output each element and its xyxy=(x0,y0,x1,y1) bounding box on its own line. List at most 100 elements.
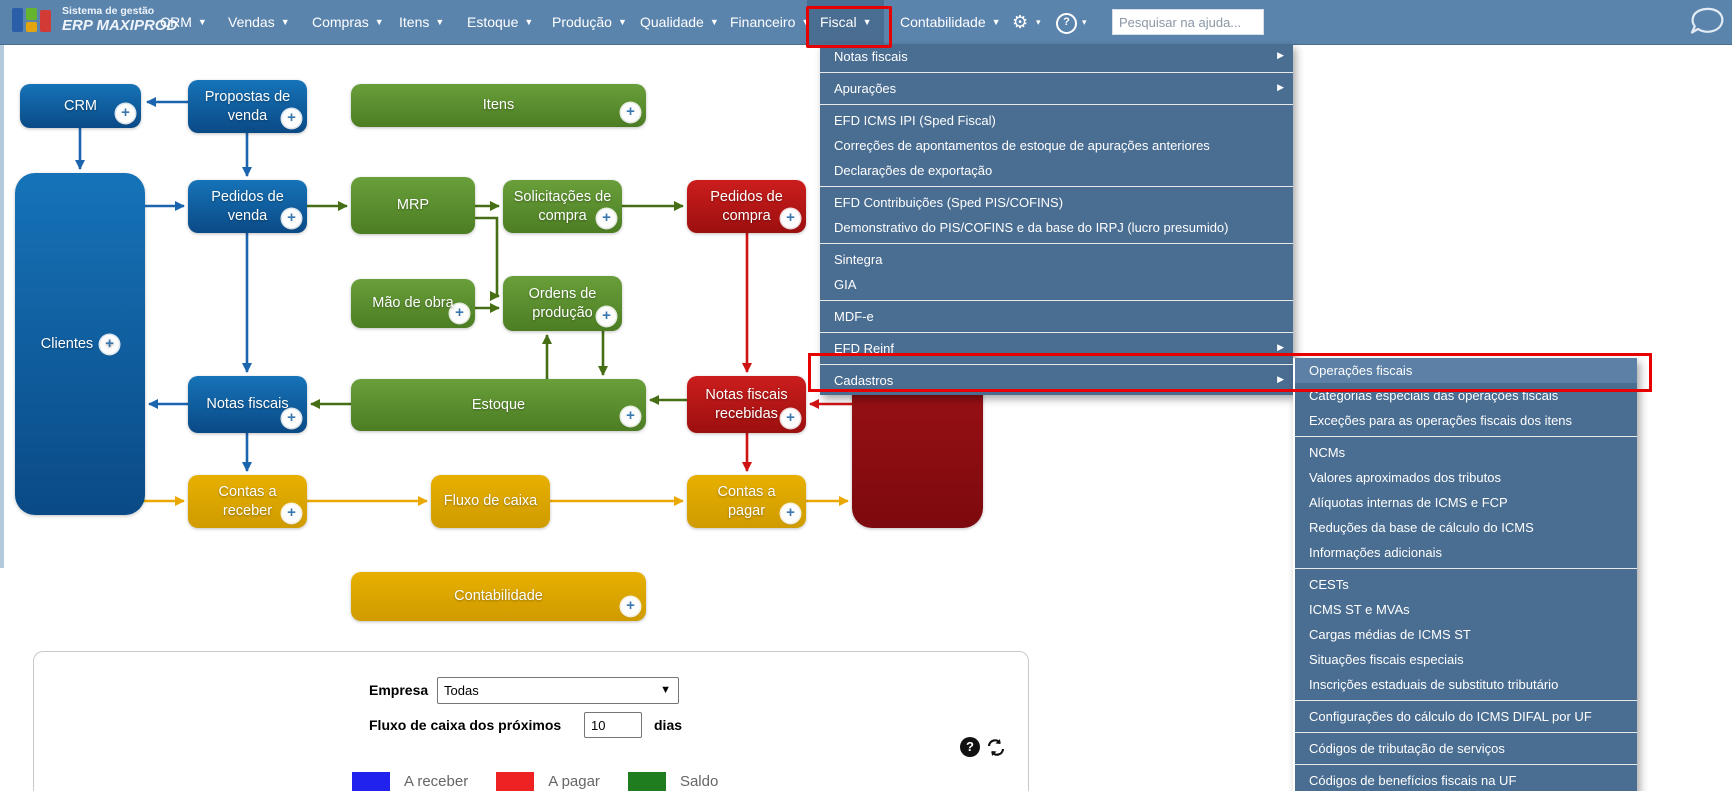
gear-icon[interactable]: ⚙ xyxy=(1012,0,1028,44)
dias-label: dias xyxy=(654,717,683,733)
flow-node-notas_fiscais[interactable]: + Notas fiscais xyxy=(188,376,307,433)
cadastros-item-categorias-especiais-das-opera-es-fiscais[interactable]: Categorias especiais das operações fisca… xyxy=(1295,383,1637,408)
nav-item-produ-o[interactable]: Produção ▼ xyxy=(552,0,627,44)
top-menu-bar: Sistema de gestão ERP MAXIPROD CRM ▼ Venda… xyxy=(0,0,1732,45)
fiscal-menu-item-gia[interactable]: GIA xyxy=(820,272,1293,297)
dias-input[interactable] xyxy=(584,712,642,738)
chevron-down-icon: ▼ xyxy=(435,17,445,27)
menu-item-label: Exceções para as operações fiscais dos i… xyxy=(1309,413,1573,428)
flow-node-label: Pedidos de venda xyxy=(211,189,284,224)
fiscal-menu-item-declara-es-de-exporta-o[interactable]: Declarações de exportação xyxy=(820,158,1293,183)
add-icon[interactable]: + xyxy=(100,334,120,354)
help-icon[interactable]: ? xyxy=(1056,13,1077,34)
cadastros-item-al-quotas-internas-de-icms-e-fcp[interactable]: Alíquotas internas de ICMS e FCP xyxy=(1295,490,1637,515)
menu-separator xyxy=(820,186,1293,187)
flow-node-pedidos_compra[interactable]: + Pedidos de compra xyxy=(687,180,806,233)
menu-item-label: Operações fiscais xyxy=(1309,363,1413,378)
cadastros-item-informa-es-adicionais[interactable]: Informações adicionais xyxy=(1295,540,1637,565)
nav-item-label: Qualidade xyxy=(640,14,704,30)
legend-label: Saldo xyxy=(679,773,719,790)
menu-item-label: Reduções da base de cálculo do ICMS xyxy=(1309,520,1534,535)
menu-item-label: Categorias especiais das operações fisca… xyxy=(1309,388,1559,403)
cadastros-item-situa-es-fiscais-especiais[interactable]: Situações fiscais especiais xyxy=(1295,647,1637,672)
menu-item-label: Situações fiscais especiais xyxy=(1309,652,1464,667)
nav-item-label: Contabilidade xyxy=(900,14,986,30)
flow-node-crm[interactable]: + CRM xyxy=(20,84,141,128)
flow-node-propostas[interactable]: + Propostas de venda xyxy=(188,80,307,133)
menu-separator xyxy=(1295,436,1637,437)
menu-item-label: Apurações xyxy=(834,81,897,96)
fiscal-menu-item-efd-contribui-es-sped-pis-cofins[interactable]: EFD Contribuições (Sped PIS/COFINS) xyxy=(820,190,1293,215)
fiscal-menu-item-demonstrativo-do-pis-cofins-e-da-base-do-irpj-lucro-presumido[interactable]: Demonstrativo do PIS/COFINS e da base do… xyxy=(820,215,1293,240)
flow-node-notas_recebidas[interactable]: + Notas fiscais recebidas xyxy=(687,376,806,433)
nav-item-fiscal[interactable]: Fiscal ▼ xyxy=(807,0,885,44)
gear-caret-icon[interactable]: ▾ xyxy=(1036,0,1041,44)
flow-node-label: MRP xyxy=(396,197,430,214)
cadastros-item-c-digos-de-benef-cios-fiscais-na-uf[interactable]: Códigos de benefícios fiscais na UF xyxy=(1295,768,1637,791)
help-caret-icon[interactable]: ▾ xyxy=(1082,0,1087,44)
nav-item-contabilidade[interactable]: Contabilidade ▼ xyxy=(900,0,1001,44)
legend-label: A pagar xyxy=(548,773,600,790)
help-search-input[interactable] xyxy=(1112,9,1264,35)
chat-bubble-icon[interactable] xyxy=(1684,5,1726,46)
menu-item-label: Códigos de tributação de serviços xyxy=(1309,741,1505,756)
cadastros-item-redu-es-da-base-de-c-lculo-do-icms[interactable]: Reduções da base de cálculo do ICMS xyxy=(1295,515,1637,540)
nav-item-crm[interactable]: CRM ▼ xyxy=(160,0,207,44)
fiscal-menu-item-notas-fiscais[interactable]: Notas fiscais ▶ xyxy=(820,44,1293,69)
chevron-down-icon: ▼ xyxy=(991,17,1001,27)
panel-help-icon[interactable]: ? xyxy=(960,737,980,757)
fiscal-menu-item-mdf-e[interactable]: MDF-e xyxy=(820,304,1293,329)
fiscal-menu-item-efd-reinf[interactable]: EFD Reinf ▶ xyxy=(820,336,1293,361)
cadastros-item-ncms[interactable]: NCMs xyxy=(1295,440,1637,465)
flow-node-label: Pedidos de compra xyxy=(710,189,783,224)
menu-separator xyxy=(820,300,1293,301)
flow-node-itens[interactable]: + Itens xyxy=(351,84,646,127)
cadastros-item-configura-es-do-c-lculo-do-icms-difal-por-uf[interactable]: Configurações do cálculo do ICMS DIFAL p… xyxy=(1295,704,1637,729)
flow-node-fluxo_caixa[interactable]: Fluxo de caixa xyxy=(431,475,550,528)
menu-item-label: Cargas médias de ICMS ST xyxy=(1309,627,1471,642)
nav-item-compras[interactable]: Compras ▼ xyxy=(312,0,384,44)
nav-item-label: Compras xyxy=(312,14,369,30)
refresh-icon[interactable] xyxy=(985,738,1007,763)
menu-item-label: Informações adicionais xyxy=(1309,545,1442,560)
flow-node-label: Mão de obra xyxy=(372,295,454,312)
fiscal-menu-item-sintegra[interactable]: Sintegra xyxy=(820,247,1293,272)
nav-item-financeiro[interactable]: Financeiro ▼ xyxy=(730,0,810,44)
nav-item-itens[interactable]: Itens ▼ xyxy=(399,0,444,44)
flow-node-contas_receber[interactable]: + Contas a receber xyxy=(188,475,307,528)
flow-node-label: Contabilidade xyxy=(454,588,543,605)
flow-node-pedidos_venda[interactable]: + Pedidos de venda xyxy=(188,180,307,233)
nav-item-qualidade[interactable]: Qualidade ▼ xyxy=(640,0,719,44)
chevron-down-icon: ▼ xyxy=(374,17,384,27)
flow-node-mrp[interactable]: MRP xyxy=(351,177,475,234)
chevron-down-icon: ▼ xyxy=(862,17,872,27)
fiscal-menu-item-efd-icms-ipi-sped-fiscal[interactable]: EFD ICMS IPI (Sped Fiscal) xyxy=(820,108,1293,133)
flow-node-contas_pagar[interactable]: + Contas a pagar xyxy=(687,475,806,528)
fiscal-menu-item-apura-es[interactable]: Apurações ▶ xyxy=(820,76,1293,101)
flow-node-label: CRM xyxy=(63,97,98,114)
cadastros-item-exce-es-para-as-opera-es-fiscais-dos-itens[interactable]: Exceções para as operações fiscais dos i… xyxy=(1295,408,1637,433)
submenu-arrow-icon: ▶ xyxy=(1277,82,1284,92)
cadastros-item-c-digos-de-tributa-o-de-servi-os[interactable]: Códigos de tributação de serviços xyxy=(1295,736,1637,761)
cadastros-item-valores-aproximados-dos-tributos[interactable]: Valores aproximados dos tributos xyxy=(1295,465,1637,490)
flow-node-estoque[interactable]: + Estoque xyxy=(351,379,646,431)
cadastros-item-cargas-m-dias-de-icms-st[interactable]: Cargas médias de ICMS ST xyxy=(1295,622,1637,647)
flow-node-mao_obra[interactable]: + Mão de obra xyxy=(351,279,475,328)
nav-item-estoque[interactable]: Estoque ▼ xyxy=(467,0,533,44)
nav-item-label: Produção xyxy=(552,14,612,30)
fiscal-menu-item-corre-es-de-apontamentos-de-estoque-de-apura-es-anteriores[interactable]: Correções de apontamentos de estoque de … xyxy=(820,133,1293,158)
cadastros-item-cests[interactable]: CESTs xyxy=(1295,572,1637,597)
cadastros-item-icms-st-e-mvas[interactable]: ICMS ST e MVAs xyxy=(1295,597,1637,622)
cadastros-item-opera-es-fiscais[interactable]: Operações fiscais xyxy=(1295,358,1637,383)
flow-node-contabilidade[interactable]: + Contabilidade xyxy=(351,572,646,621)
cadastros-item-inscri-es-estaduais-de-substituto-tribut-rio[interactable]: Inscrições estaduais de substituto tribu… xyxy=(1295,672,1637,697)
flow-node-clientes[interactable]: Clientes + xyxy=(15,173,145,515)
menu-item-label: EFD Reinf xyxy=(834,341,894,356)
flow-node-label: Clientes + xyxy=(15,173,145,515)
nav-item-vendas[interactable]: Vendas ▼ xyxy=(228,0,290,44)
menu-item-label: Valores aproximados dos tributos xyxy=(1309,470,1501,485)
empresa-select[interactable]: Todas ▼ xyxy=(437,677,679,704)
flow-node-solicitacoes[interactable]: + Solicitações de compra xyxy=(503,180,622,233)
fiscal-menu-item-cadastros[interactable]: Cadastros ▶ xyxy=(820,368,1293,393)
flow-node-ordens[interactable]: + Ordens de produção xyxy=(503,276,622,331)
